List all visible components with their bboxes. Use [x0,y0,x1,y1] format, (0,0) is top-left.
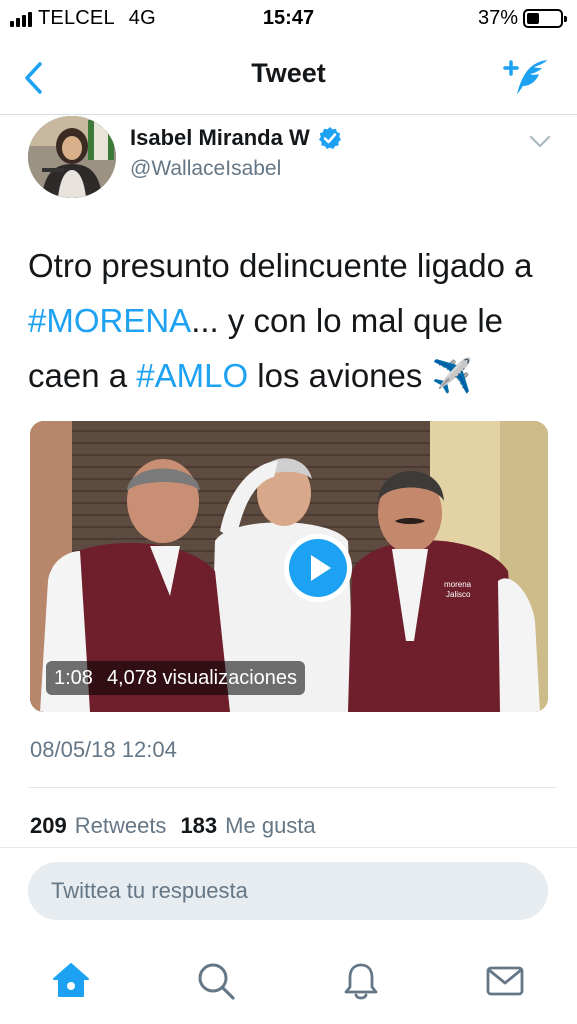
home-icon [53,963,89,997]
video-player[interactable]: morena Jalisco 1:08 4,078 visualizacione… [30,421,548,712]
retweets-label[interactable]: Retweets [75,813,167,839]
compose-tweet-icon [503,60,547,94]
tweet-text-part: los aviones ✈️ [248,357,473,394]
battery-percentage: 37% [477,7,518,29]
svg-text:morena: morena [444,580,472,589]
tweet-text-part: Otro presunto delincuente ligado a [28,247,533,284]
reply-placeholder: Twittea tu respuesta [51,878,248,903]
tab-bar [0,942,577,1024]
chevron-down-icon[interactable] [529,135,551,149]
notifications-icon [344,963,378,1000]
status-bar: TELCEL 4G 15:47 37% [0,0,577,40]
hashtag-link[interactable]: #MORENA [28,302,191,339]
page-title: Tweet [251,58,326,88]
verified-badge-icon [318,127,341,149]
author-name[interactable]: Isabel Miranda W [130,125,310,151]
tweet-stats: 209 Retweets 183 Me gusta [30,813,330,839]
video-views: 4,078 visualizaciones [106,666,298,689]
play-icon [289,539,347,597]
reply-input[interactable]: Twittea tu respuesta [28,862,548,920]
battery-icon [523,9,567,28]
author-row[interactable]: Isabel Miranda W [130,125,342,151]
messages-icon [486,966,524,996]
likes-label[interactable]: Me gusta [225,813,316,839]
status-right: 37% [477,7,567,30]
video-info-overlay: 1:08 4,078 visualizaciones [46,661,306,695]
nav-bar: Tweet [0,40,577,115]
tab-search[interactable] [195,960,237,1002]
play-button[interactable] [284,534,352,602]
author-handle[interactable]: @WallaceIsabel [130,157,281,181]
tab-notifications[interactable] [340,960,382,1002]
battery-level [527,13,539,24]
hashtag-link[interactable]: #AMLO [136,357,248,394]
divider [0,847,577,848]
retweets-count[interactable]: 209 [30,813,67,839]
tab-messages[interactable] [484,960,526,1002]
compose-button[interactable] [503,56,551,98]
video-duration: 1:08 [54,666,93,689]
divider [28,787,557,788]
tweet-timestamp: 08/05/18 12:04 [30,737,177,762]
likes-count[interactable]: 183 [180,813,217,839]
profile-photo [28,116,116,198]
avatar[interactable] [28,116,116,198]
svg-text:Jalisco: Jalisco [446,590,471,599]
tweet-text: Otro presunto delincuente ligado a #MORE… [28,238,558,403]
tab-home[interactable] [50,960,92,1002]
search-icon [198,963,235,1000]
